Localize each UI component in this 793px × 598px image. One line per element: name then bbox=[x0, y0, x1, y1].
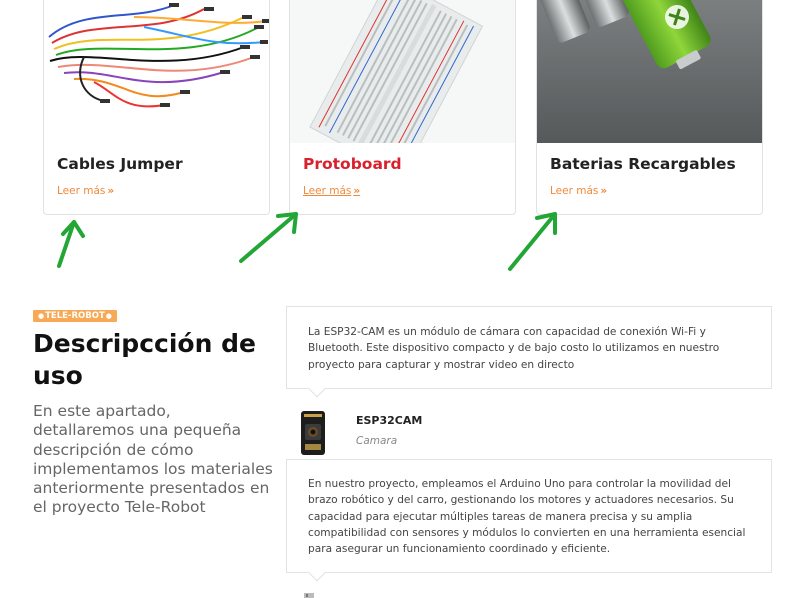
esp32cam-image bbox=[301, 411, 325, 455]
testimonial-box: En nuestro proyecto, empleamos el Arduin… bbox=[286, 459, 772, 582]
green-arrow-icon bbox=[57, 220, 85, 268]
rechargeable-batteries-image bbox=[537, 0, 762, 143]
section-badge: ●TELE-ROBOT● bbox=[33, 310, 117, 322]
testimonial-author-role: Camara bbox=[356, 435, 398, 447]
speech-notch bbox=[308, 380, 326, 398]
arduino-uno-image bbox=[304, 593, 314, 598]
green-arrow-icon bbox=[508, 212, 557, 271]
testimonial-text: En nuestro proyecto, empleamos el Arduin… bbox=[308, 478, 746, 556]
testimonial-text: La ESP32-CAM es un módulo de cámara con … bbox=[308, 326, 720, 371]
double-chevron-right-icon: » bbox=[107, 185, 115, 197]
card-title: Cables Jumper bbox=[57, 155, 183, 173]
product-card-cables-jumper: Cables Jumper Leer más» bbox=[43, 0, 270, 215]
green-arrow-icon bbox=[239, 212, 298, 263]
read-more-link[interactable]: Leer más» bbox=[57, 185, 114, 197]
card-title: Protoboard bbox=[303, 155, 402, 173]
double-chevron-right-icon: » bbox=[600, 185, 608, 197]
read-more-link[interactable]: Leer más» bbox=[303, 185, 360, 197]
section-description: En este apartado, detallaremos una peque… bbox=[33, 402, 273, 517]
breadboard-image bbox=[290, 0, 515, 143]
product-card-protoboard: Protoboard Leer más» bbox=[289, 0, 516, 215]
testimonial-box: La ESP32-CAM es un módulo de cámara con … bbox=[286, 306, 772, 398]
card-title: Baterias Recargables bbox=[550, 155, 736, 173]
double-chevron-right-icon: » bbox=[353, 185, 361, 197]
jumper-wires-image bbox=[44, 0, 269, 143]
dot-icon: ● bbox=[105, 312, 112, 320]
dot-icon: ● bbox=[38, 312, 45, 320]
testimonial-author-name: ESP32CAM bbox=[356, 414, 423, 427]
speech-notch bbox=[308, 564, 326, 582]
section-title: Descripcción de uso bbox=[33, 329, 256, 390]
product-card-baterias-recargables: Baterias Recargables Leer más» bbox=[536, 0, 763, 215]
read-more-link[interactable]: Leer más» bbox=[550, 185, 607, 197]
